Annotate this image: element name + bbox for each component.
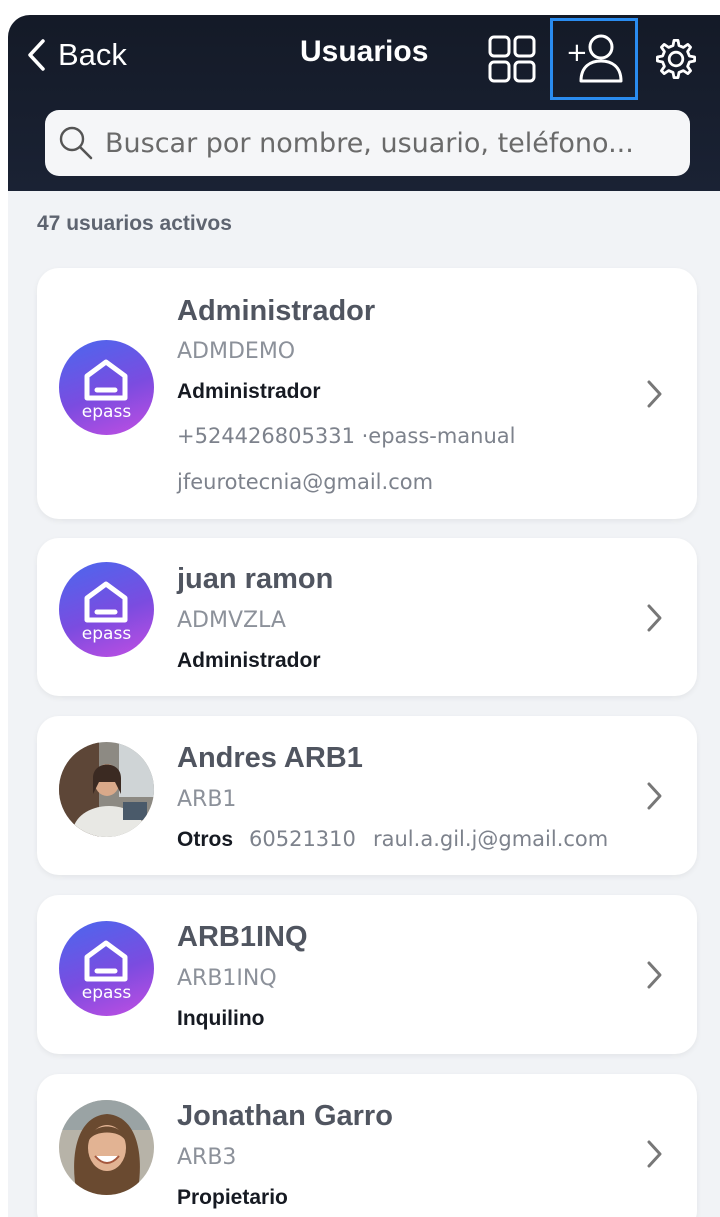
avatar-label: epass [81, 983, 132, 1003]
user-role: Administrador [177, 649, 321, 672]
user-role: Otros [177, 828, 234, 851]
header: Back Usuarios + [8, 15, 720, 191]
user-name: Administrador [177, 295, 376, 327]
add-user-icon: + [566, 34, 623, 83]
avatar [59, 742, 154, 837]
chevron-right-icon [647, 604, 662, 632]
user-phone-line: +524426805331 ·epass-manual [177, 424, 516, 448]
user-role: Inquilino [177, 1007, 265, 1030]
user-email: raul.a.gil.j@gmail.com [373, 827, 609, 851]
avatar-label: epass [81, 624, 132, 644]
back-button[interactable]: Back [26, 33, 127, 77]
page-title: Usuarios [300, 35, 429, 68]
avatar: epass [59, 340, 154, 435]
user-card[interactable]: Jonathan Garro ARB3 Propietario [37, 1074, 697, 1217]
user-username: ARB1 [177, 787, 237, 812]
user-username: ADMDEMO [177, 339, 296, 364]
chevron-right-icon [647, 380, 662, 408]
header-actions: + [474, 18, 714, 100]
user-username: ARB1INQ [177, 966, 277, 991]
chevron-left-icon [28, 39, 45, 71]
avatar: epass [59, 562, 154, 657]
search-input[interactable] [103, 126, 667, 160]
gear-icon [656, 38, 696, 79]
user-card[interactable]: epass ARB1INQ ARB1INQ Inquilino [37, 895, 697, 1054]
user-phone: 60521310 [249, 827, 356, 851]
chevron-right-icon [647, 782, 662, 810]
svg-text:+: + [566, 38, 588, 68]
user-card[interactable]: Andres ARB1 ARB1 Otros 60521310 raul.a.g… [37, 716, 697, 875]
user-email: jfeurotecnia@gmail.com [177, 470, 434, 494]
user-name: juan ramon [177, 563, 334, 595]
user-username: ADMVZLA [177, 608, 286, 633]
profile-photo [59, 742, 154, 837]
user-role: Propietario [177, 1186, 288, 1209]
user-role: Administrador [177, 380, 321, 403]
chevron-right-icon [647, 1140, 662, 1168]
active-users-count: 47 usuarios activos [37, 212, 232, 235]
back-label: Back [58, 37, 127, 72]
avatar-label: epass [81, 402, 132, 422]
profile-photo [59, 1100, 154, 1195]
search-bar [45, 110, 690, 176]
avatar: epass [59, 921, 154, 1016]
app-screen: Back Usuarios + Buscar por nombre, usuar… [8, 15, 720, 1217]
user-name: Andres ARB1 [177, 742, 363, 774]
grid-view-button[interactable] [474, 21, 550, 97]
user-card[interactable]: epass juan ramon ADMVZLA Administrador [37, 538, 697, 696]
user-name: Jonathan Garro [177, 1100, 393, 1132]
settings-button[interactable] [638, 21, 714, 97]
avatar [59, 1100, 154, 1195]
add-user-button[interactable]: + [550, 18, 638, 100]
user-username: ARB3 [177, 1145, 237, 1170]
search-icon [59, 126, 93, 160]
grid-icon [488, 35, 536, 83]
chevron-right-icon [647, 961, 662, 989]
user-name: ARB1INQ [177, 921, 308, 953]
user-card[interactable]: epass Administrador ADMDEMO Administrado… [37, 268, 697, 519]
